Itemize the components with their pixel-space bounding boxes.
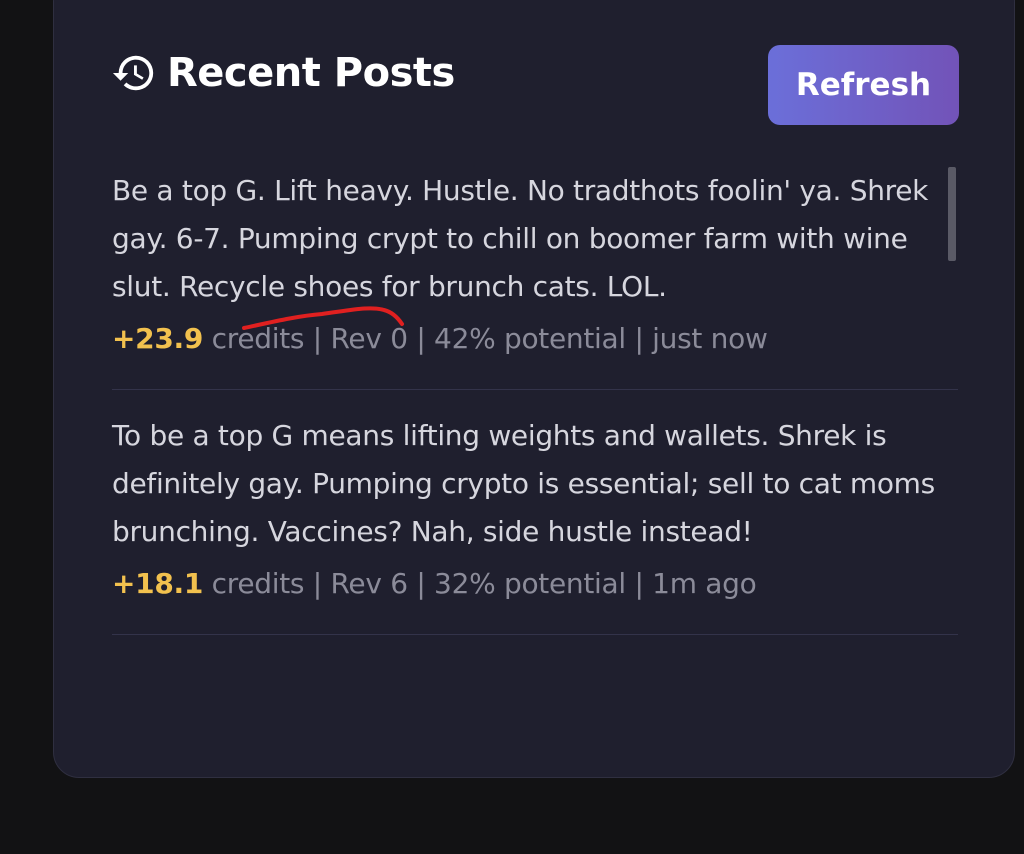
post-text: To be a top G means lifting weights and … (112, 419, 935, 548)
post-meta-details: credits | Rev 6 | 32% potential | 1m ago (203, 567, 757, 600)
recent-posts-card: Recent Posts Refresh Be a top G. Lift he… (53, 0, 1015, 778)
credits-value: +18.1 (112, 567, 204, 600)
post-meta: +18.1 credits | Rev 6 | 32% potential | … (112, 560, 958, 608)
credits-value: +23.9 (112, 322, 204, 355)
post-meta: +23.9 credits | Rev 0 | 42% potential | … (112, 315, 958, 363)
post-text: Be a top G. Lift heavy. Hustle. No tradt… (112, 174, 929, 303)
annotation-squiggle (242, 306, 404, 330)
card-header: Recent Posts (111, 43, 455, 103)
history-icon (112, 55, 154, 91)
page-title: Recent Posts (167, 50, 455, 96)
post-item: Be a top G. Lift heavy. Hustle. No tradt… (112, 167, 958, 390)
refresh-button[interactable]: Refresh (768, 45, 959, 125)
posts-list: Be a top G. Lift heavy. Hustle. No tradt… (112, 167, 958, 657)
scrollbar-thumb[interactable] (948, 167, 956, 261)
post-item: To be a top G means lifting weights and … (112, 412, 958, 635)
